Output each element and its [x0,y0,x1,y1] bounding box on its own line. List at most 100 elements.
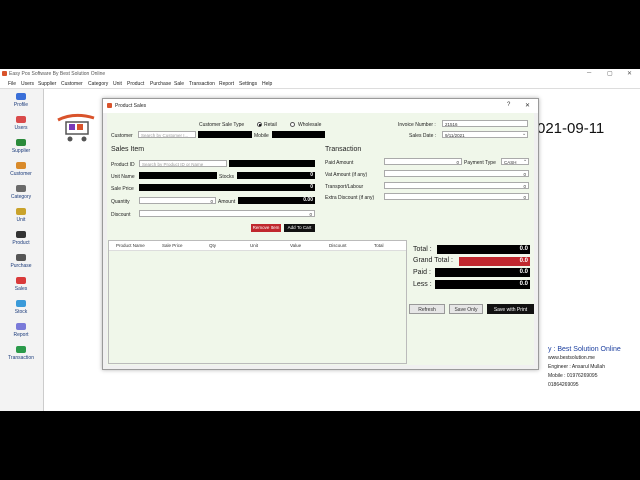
chevron-down-icon[interactable]: ⌄ [522,131,526,137]
sidebar-item-stock[interactable]: Stock [0,300,42,315]
mobile-field[interactable] [272,131,325,138]
sidebar-item-profile[interactable]: Profile [0,93,42,108]
column-qty[interactable]: Qty [209,243,216,248]
paid-field: 0.0 [435,268,530,277]
amount-field[interactable]: 0.00 [238,197,315,204]
sidebar-item-unit[interactable]: Unit [0,208,42,223]
customer-icon [16,162,26,169]
sidebar-item-supplier[interactable]: Supplier [0,139,42,154]
column-sale-price[interactable]: Sale Price [162,243,183,248]
sidebar-item-category[interactable]: Category [0,185,42,200]
menu-category[interactable]: Category [88,81,108,87]
contact-info: y : Best Solution Online www.bestsolutio… [548,345,621,390]
unit-name-field[interactable] [139,172,217,179]
menu-customer[interactable]: Customer [61,81,83,87]
column-product-name[interactable]: Product Name [116,243,145,248]
sidebar-item-label: Product [12,240,30,246]
sidebar-item-label: Customer [10,171,32,177]
customer-name-field[interactable] [198,131,252,138]
sidebar-item-label: Stock [14,309,28,315]
less-field: 0.0 [435,280,530,289]
dialog-titlebar: Product Sales ? ✕ [103,99,538,113]
column-value[interactable]: Value [290,243,301,248]
transaction-heading: Transaction [325,146,362,153]
customer-search-input[interactable]: Search by Customer I... [138,131,196,138]
minimize-icon[interactable]: ─ [587,70,591,76]
wholesale-radio[interactable] [290,122,295,127]
brand-name: y : Best Solution Online [548,346,621,353]
stocks-field[interactable]: 0 [237,172,315,179]
profile-icon [16,93,26,100]
product-search-input[interactable]: Search by Product ID or Name [139,160,227,167]
extra-discount-label: Extra Discount (if any) [325,195,375,201]
retail-radio[interactable] [257,122,262,127]
category-icon [16,185,26,192]
discount-input[interactable]: 0 [139,210,315,217]
cart-logo [54,110,100,144]
sales-date-picker[interactable]: 9/11/2021 [442,131,528,138]
discount-label: Discount [111,212,131,218]
retail-label: Retail [264,122,277,128]
add-to-cart-button[interactable]: Add To Cart [284,224,315,232]
menu-transaction[interactable]: Transaction [189,81,215,87]
customer-label: Customer [111,133,133,139]
menu-product[interactable]: Product [127,81,144,87]
help-icon[interactable]: ? [507,102,510,108]
unit-icon [16,208,26,215]
column-total[interactable]: Total [374,243,384,248]
refresh-button[interactable]: Refresh [409,304,445,314]
menu-bar: File Users Supplier Customer Category Un… [0,79,640,89]
dialog-app-icon [107,103,112,108]
app-icon [2,71,7,76]
column-unit[interactable]: Unit [250,243,258,248]
customer-sale-type-label: Customer Sale Type [199,122,245,128]
sales-date-label: Sales Date : [409,133,437,139]
close-icon[interactable]: ✕ [627,70,632,77]
remove-item-button[interactable]: Remove Item [251,224,281,232]
product-icon [16,231,26,238]
cart-grid[interactable]: Product Name Sale Price Qty Unit Value D… [108,240,407,364]
stocks-label: Stocks [219,174,235,180]
sidebar-item-report[interactable]: Report [0,323,42,338]
sidebar-item-users[interactable]: Users [0,116,42,131]
menu-supplier[interactable]: Supplier [38,81,56,87]
payment-chevron-down-icon[interactable]: ⌄ [523,157,527,163]
total-label: Total : [413,246,432,253]
paid-amount-input[interactable]: 0 [384,158,462,165]
vat-input[interactable]: 0 [384,170,529,177]
quantity-input[interactable]: 0 [139,197,216,204]
save-with-print-button[interactable]: Save with Print [487,304,534,314]
sale-price-field[interactable]: 0 [139,184,315,191]
vat-label: Vat Amount (if any) [325,172,368,178]
menu-sale[interactable]: Sale [174,81,184,87]
menu-purchase[interactable]: Purchase [150,81,171,87]
sidebar-item-customer[interactable]: Customer [0,162,42,177]
product-name-field[interactable] [229,160,315,167]
menu-settings[interactable]: Settings [239,81,257,87]
cart-logo-icon [57,113,95,142]
amount-label: Amount [218,199,236,205]
payment-type-label: Payment Type [464,160,496,166]
sidebar-item-sales[interactable]: Sales [0,277,42,292]
invoice-label: Invoice Number : [398,122,436,128]
column-discount[interactable]: Discount [329,243,347,248]
sidebar-item-label: Report [13,332,29,338]
menu-unit[interactable]: Unit [113,81,122,87]
stock-icon [16,300,26,307]
save-only-button[interactable]: Save Only [449,304,483,314]
sales-item-heading: Sales Item [111,146,145,153]
sidebar-item-product[interactable]: Product [0,231,42,246]
menu-report[interactable]: Report [219,81,234,87]
maximize-icon[interactable]: ▢ [607,70,613,77]
transport-input[interactable]: 0 [384,182,529,189]
cart-grid-header: Product Name Sale Price Qty Unit Value D… [109,241,406,251]
dialog-close-icon[interactable]: ✕ [525,102,530,109]
invoice-number-field[interactable]: 21516 [442,120,528,127]
grand-total-field: 0.0 [459,257,530,266]
menu-file[interactable]: File [8,81,16,87]
sidebar-item-transaction[interactable]: Transaction [0,346,42,361]
extra-discount-input[interactable]: 0 [384,193,529,200]
sidebar-item-purchase[interactable]: Purchase [0,254,42,269]
menu-help[interactable]: Help [262,81,272,87]
menu-users[interactable]: Users [21,81,34,87]
